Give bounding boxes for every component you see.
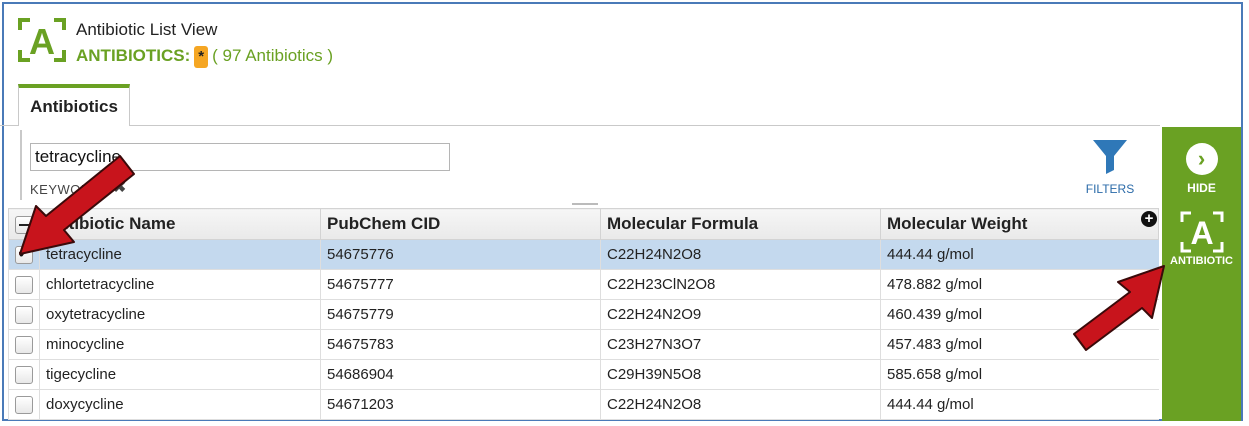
cell-cid: 54675783 [320,329,601,360]
cell-name: minocycline [39,329,321,360]
cell-name: tigecycline [39,359,321,390]
column-header-formula[interactable]: Molecular Formula [600,208,881,240]
annotation-arrow-checkbox [19,155,135,255]
annotation-arrow-antibiotic [1073,265,1165,351]
cell-name: doxycycline [39,389,321,420]
cell-formula: C22H24N2O8 [600,239,881,270]
column-header-weight[interactable]: Molecular Weight [880,208,1159,240]
cell-formula: C22H23ClN2O8 [600,269,881,300]
antibiotic-panel-button[interactable]: A ANTIBIOTIC [1162,211,1241,267]
table-row[interactable]: doxycycline 54671203 C22H24N2O8 444.44 g… [8,389,1159,420]
page-title: Antibiotic List View [76,20,218,39]
table-row[interactable]: tetracycline 54675776 C22H24N2O8 444.44 … [8,239,1159,270]
hide-label: HIDE [1187,181,1216,195]
row-checkbox-cell[interactable] [8,389,40,420]
logo-letter: A [29,21,55,62]
hide-panel-button[interactable]: › HIDE [1162,143,1241,195]
antibiotic-a-icon: A [1180,211,1223,253]
cell-formula: C22H24N2O8 [600,389,881,420]
tab-antibiotics[interactable]: Antibiotics [18,84,130,126]
column-header-cid[interactable]: PubChem CID [320,208,601,240]
row-checkbox[interactable] [15,275,33,294]
cell-formula: C22H24N2O9 [600,299,881,330]
collection-count: ( 97 Antibiotics ) [212,46,334,65]
row-checkbox-cell[interactable] [8,359,40,390]
cell-cid: 54675777 [320,269,601,300]
cell-formula: C29H39N5O8 [600,359,881,390]
cell-cid: 54675776 [320,239,601,270]
row-checkbox[interactable] [15,365,33,384]
cell-cid: 54671203 [320,389,601,420]
row-checkbox[interactable] [15,305,33,324]
collection-label: ANTIBIOTICS: [76,46,191,65]
table-row[interactable]: chlortetracycline 54675777 C22H23ClN2O8 … [8,269,1159,300]
tab-divider [0,125,1160,126]
collection-line: ANTIBIOTICS: *( 97 Antibiotics ) [76,46,333,68]
cell-weight: 444.44 g/mol [880,389,1159,420]
chevron-right-circle-icon: › [1185,143,1218,175]
filter-badge[interactable]: * [194,46,209,68]
antibiotic-a-letter: A [1190,215,1213,251]
row-checkbox-cell[interactable] [8,299,40,330]
table-row[interactable]: minocycline 54675783 C23H27N3O7 457.483 … [8,329,1159,360]
cell-cid: 54675779 [320,299,601,330]
cell-formula: C23H27N3O7 [600,329,881,360]
antibiotic-logo-icon: A [18,18,66,62]
cell-name: chlortetracycline [39,269,321,300]
antibiotics-table: Antibiotic Name PubChem CID Molecular Fo… [8,208,1159,420]
cell-cid: 54686904 [320,359,601,390]
table-row[interactable]: oxytetracycline 54675779 C22H24N2O9 460.… [8,299,1159,330]
filters-label: FILTERS [1085,182,1135,196]
resize-handle[interactable] [572,203,598,205]
funnel-icon [1093,140,1127,174]
cell-weight: 585.658 g/mol [880,359,1159,390]
row-checkbox-cell[interactable] [8,269,40,300]
table-header-row: Antibiotic Name PubChem CID Molecular Fo… [8,208,1159,240]
filters-button[interactable]: FILTERS [1080,136,1140,196]
row-checkbox[interactable] [15,335,33,354]
cell-name: oxytetracycline [39,299,321,330]
table-row[interactable]: tigecycline 54686904 C29H39N5O8 585.658 … [8,359,1159,390]
row-checkbox-cell[interactable] [8,329,40,360]
row-checkbox[interactable] [15,395,33,414]
add-column-icon[interactable]: + [1141,211,1157,227]
